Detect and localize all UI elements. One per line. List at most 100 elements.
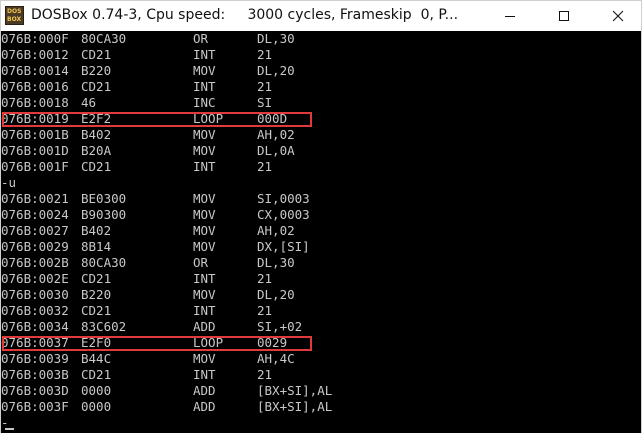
address: 076B:001B (1, 127, 69, 142)
mnemonic: OR (193, 31, 209, 46)
machine-code: CD21 (81, 79, 112, 94)
address: 076B:003F (1, 399, 69, 414)
mnemonic: OR (193, 255, 209, 270)
address: 076B:002E (1, 271, 69, 286)
address: 076B:0029 (1, 239, 69, 254)
machine-code: B220 (81, 287, 112, 302)
machine-code: B220 (81, 63, 112, 78)
address: 076B:0014 (1, 63, 69, 78)
window-title: DOSBox 0.74-3, Cpu speed: 3000 cycles, F… (31, 7, 459, 23)
mnemonic: INT (193, 271, 216, 286)
operands: DL,30 (257, 255, 295, 270)
mnemonic: MOV (193, 207, 216, 222)
mnemonic: INT (193, 79, 216, 94)
address: 076B:001D (1, 143, 69, 158)
machine-code: BE0300 (81, 191, 127, 206)
machine-code: 0000 (81, 383, 112, 398)
address: 076B:0032 (1, 303, 69, 318)
operands: AH,02 (257, 223, 295, 238)
operands: 21 (257, 271, 273, 286)
address: 076B:0039 (1, 351, 69, 366)
machine-code: B402 (81, 127, 112, 142)
mnemonic: MOV (193, 143, 216, 158)
machine-code: CD21 (81, 47, 112, 62)
address: 076B:0024 (1, 207, 69, 222)
address: 076B:0016 (1, 79, 69, 94)
address: 076B:003D (1, 383, 69, 398)
machine-code: 80CA30 (81, 255, 127, 270)
mnemonic: INT (193, 303, 216, 318)
red-highlight-box (2, 336, 312, 351)
address: 076B:0027 (1, 223, 69, 238)
mnemonic: MOV (193, 63, 216, 78)
mnemonic: MOV (193, 223, 216, 238)
address: 076B:001F (1, 159, 69, 174)
machine-code: B44C (81, 351, 112, 366)
mnemonic: MOV (193, 191, 216, 206)
operands: SI,+02 (257, 319, 303, 334)
close-icon (612, 10, 624, 22)
operands: [BX+SI],AL (257, 399, 333, 414)
red-highlight-box (2, 112, 312, 127)
dos-terminal[interactable]: 076B:000F 80CA30 OR DL,30 076B:0012 CD21 INT 21… (1, 31, 641, 433)
machine-code: 46 (81, 95, 97, 110)
mnemonic: INC (193, 95, 216, 110)
prompt-line: - (1, 415, 14, 431)
dosbox-icon[interactable]: DOS BOX (5, 6, 24, 25)
operands: DL,0A (257, 143, 295, 158)
operands: DL,20 (257, 63, 295, 78)
maximize-icon (559, 11, 569, 21)
prompt-text: -u (1, 175, 17, 190)
machine-code: 0000 (81, 399, 112, 414)
mnemonic: MOV (193, 287, 216, 302)
prompt-line: -u (1, 175, 16, 191)
machine-code: 83C602 (81, 319, 127, 334)
minimize-icon (505, 16, 515, 17)
operands: DX,[SI] (257, 239, 310, 254)
mnemonic: MOV (193, 239, 216, 254)
mnemonic: MOV (193, 351, 216, 366)
maximize-button[interactable] (541, 1, 587, 31)
mnemonic: INT (193, 159, 216, 174)
machine-code: B20A (81, 143, 112, 158)
operands: DL,20 (257, 287, 295, 302)
mnemonic: INT (193, 47, 216, 62)
machine-code: 80CA30 (81, 31, 127, 46)
machine-code: B402 (81, 223, 112, 238)
operands: AH,4C (257, 351, 295, 366)
title-bar[interactable]: DOS BOX DOSBox 0.74-3, Cpu speed: 3000 c… (1, 1, 641, 31)
mnemonic: ADD (193, 319, 216, 334)
operands: SI,0003 (257, 191, 310, 206)
machine-code: CD21 (81, 159, 112, 174)
operands: AH,02 (257, 127, 295, 142)
icon-text-bottom: BOX (7, 16, 22, 23)
operands: CX,0003 (257, 207, 310, 222)
mnemonic: MOV (193, 127, 216, 142)
address: 076B:0034 (1, 319, 69, 334)
machine-code: CD21 (81, 303, 112, 318)
dosbox-window: DOS BOX DOSBox 0.74-3, Cpu speed: 3000 c… (0, 0, 642, 433)
machine-code: 8B14 (81, 239, 112, 254)
address: 076B:003B (1, 367, 69, 382)
address: 076B:000F (1, 31, 69, 46)
operands: SI (257, 95, 273, 110)
operands: [BX+SI],AL (257, 383, 333, 398)
operands: DL,30 (257, 31, 295, 46)
address: 076B:0012 (1, 47, 69, 62)
close-button[interactable] (595, 1, 641, 31)
mnemonic: INT (193, 367, 216, 382)
address: 076B:002B (1, 255, 69, 270)
text-cursor (5, 428, 14, 430)
mnemonic: ADD (193, 399, 216, 414)
operands: 21 (257, 159, 273, 174)
address: 076B:0018 (1, 95, 69, 110)
machine-code: CD21 (81, 367, 112, 382)
operands: 21 (257, 303, 273, 318)
address: 076B:0021 (1, 191, 69, 206)
address: 076B:0030 (1, 287, 69, 302)
icon-text-top: DOS (7, 8, 22, 15)
machine-code: CD21 (81, 271, 112, 286)
operands: 21 (257, 47, 273, 62)
minimize-button[interactable] (487, 1, 533, 31)
mnemonic: ADD (193, 383, 216, 398)
